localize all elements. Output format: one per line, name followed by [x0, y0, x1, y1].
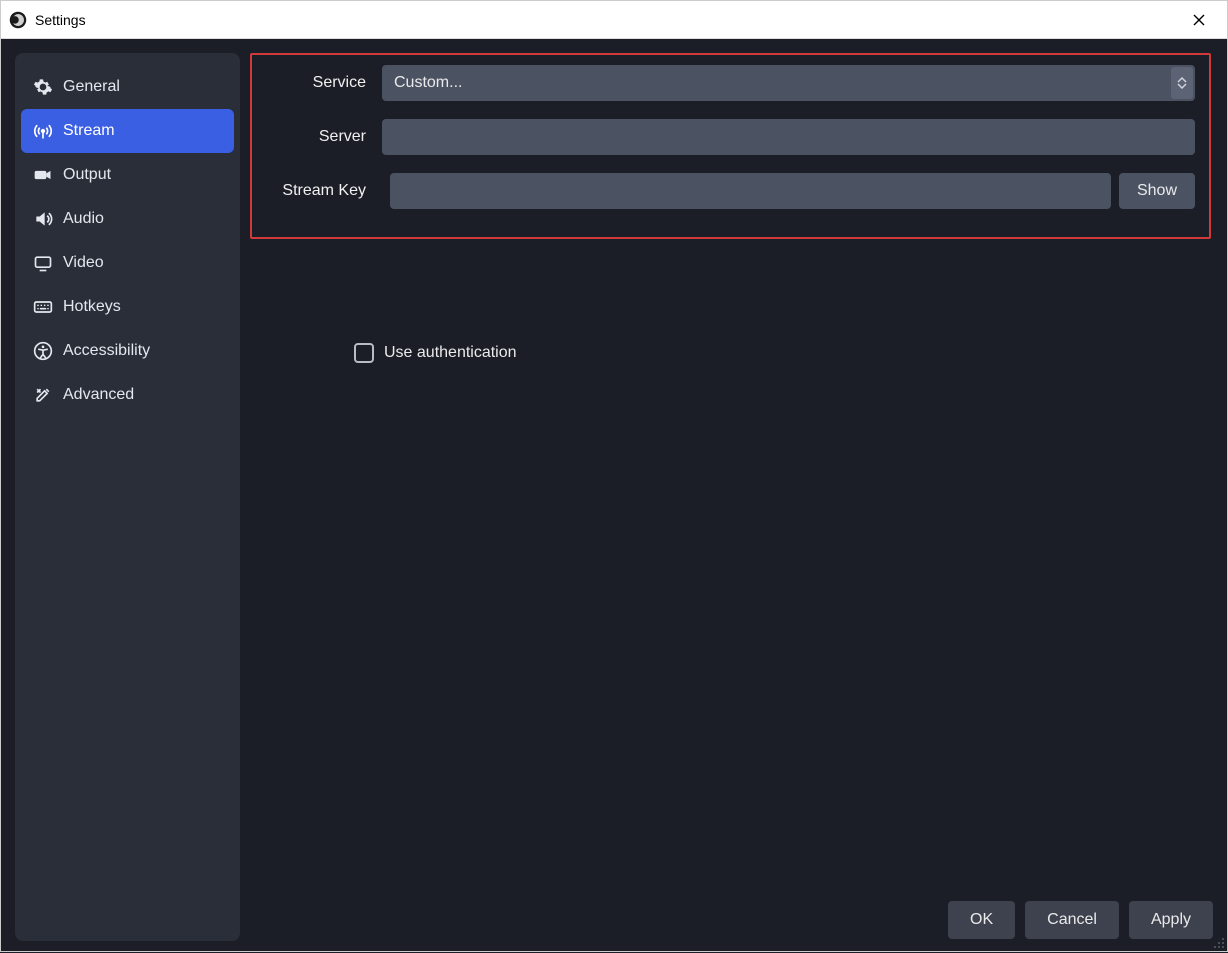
ok-button[interactable]: OK — [948, 901, 1015, 939]
speaker-icon — [33, 209, 53, 229]
auth-label: Use authentication — [384, 344, 517, 362]
server-row: Server — [266, 119, 1195, 155]
stream-key-row: Stream Key Show — [266, 173, 1195, 209]
window-title: Settings — [35, 12, 86, 28]
titlebar-left: Settings — [9, 11, 86, 29]
monitor-icon — [33, 253, 53, 273]
stream-key-label: Stream Key — [266, 182, 366, 200]
settings-window: Settings General — [0, 0, 1228, 952]
sidebar-item-stream[interactable]: Stream — [21, 109, 234, 153]
close-button[interactable] — [1179, 1, 1219, 39]
sidebar-item-label: General — [63, 78, 120, 96]
apply-button[interactable]: Apply — [1129, 901, 1213, 939]
camera-icon — [33, 165, 53, 185]
sidebar-item-output[interactable]: Output — [21, 153, 234, 197]
sidebar: General Stream Output — [15, 53, 240, 941]
sidebar-item-label: Accessibility — [63, 342, 150, 360]
stream-key-input[interactable] — [390, 173, 1111, 209]
sidebar-item-advanced[interactable]: Advanced — [21, 373, 234, 417]
keyboard-icon — [33, 297, 53, 317]
sidebar-item-hotkeys[interactable]: Hotkeys — [21, 285, 234, 329]
server-label: Server — [266, 128, 366, 146]
service-label: Service — [266, 74, 366, 92]
sidebar-item-label: Stream — [63, 122, 115, 140]
stream-settings-highlight: Service Custom... Server Stream Key — [250, 53, 1211, 239]
sidebar-item-label: Advanced — [63, 386, 134, 404]
sidebar-item-accessibility[interactable]: Accessibility — [21, 329, 234, 373]
auth-checkbox[interactable] — [354, 343, 374, 363]
sidebar-item-label: Output — [63, 166, 111, 184]
dialog-buttons: OK Cancel Apply — [948, 901, 1213, 939]
resize-grip-icon[interactable] — [1211, 935, 1225, 949]
spinner-icon[interactable] — [1171, 67, 1193, 99]
show-button[interactable]: Show — [1119, 173, 1195, 209]
sidebar-item-label: Audio — [63, 210, 104, 228]
cancel-button[interactable]: Cancel — [1025, 901, 1119, 939]
service-value: Custom... — [394, 74, 462, 92]
antenna-icon — [33, 121, 53, 141]
tools-icon — [33, 385, 53, 405]
sidebar-item-label: Video — [63, 254, 104, 272]
server-input[interactable] — [382, 119, 1195, 155]
obs-icon — [9, 11, 27, 29]
main-panel: Service Custom... Server Stream Key — [250, 53, 1217, 941]
sidebar-item-general[interactable]: General — [21, 65, 234, 109]
body: General Stream Output — [1, 39, 1227, 951]
service-select[interactable]: Custom... — [382, 65, 1195, 101]
auth-row: Use authentication — [354, 343, 1217, 363]
service-row: Service Custom... — [266, 65, 1195, 101]
titlebar: Settings — [1, 1, 1227, 39]
sidebar-item-audio[interactable]: Audio — [21, 197, 234, 241]
gear-icon — [33, 77, 53, 97]
accessibility-icon — [33, 341, 53, 361]
sidebar-item-video[interactable]: Video — [21, 241, 234, 285]
sidebar-item-label: Hotkeys — [63, 298, 121, 316]
